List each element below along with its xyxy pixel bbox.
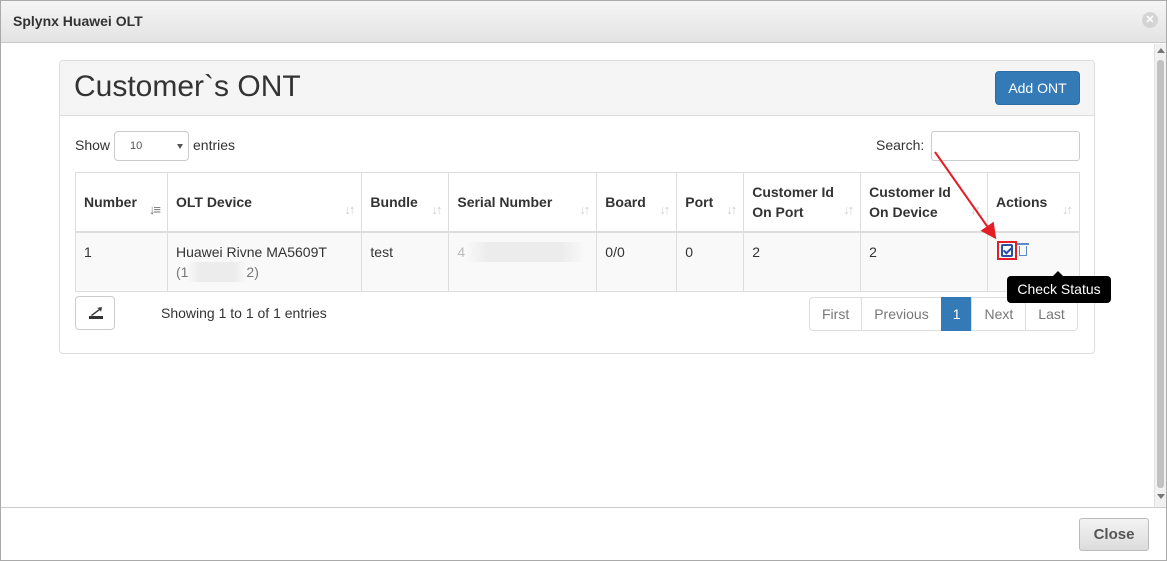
sort-icon: ↓↑ <box>659 201 670 217</box>
search-input[interactable] <box>931 131 1080 161</box>
table-header-row: Number ↓≡ OLT Device ↓↑ Bundle ↓↑ Serial Nu… <box>75 172 1081 233</box>
vertical-scrollbar[interactable] <box>1154 44 1166 507</box>
search-label: Search: <box>876 137 925 153</box>
col-actions-label: Actions <box>995 193 1048 210</box>
cell-bundle: test <box>361 231 450 292</box>
table-row: 1 Huawei Rivne MA5609T (1 2) test 4 0/0 … <box>75 231 1081 292</box>
entries-label: entries <box>193 137 236 153</box>
scroll-up-icon[interactable] <box>1157 48 1165 53</box>
col-customer-id-on-device[interactable]: Customer Id On Device ↓↑ <box>860 172 988 233</box>
entries-length-select[interactable]: 10 <box>114 131 189 161</box>
cell-customer-id-on-port: 2 <box>743 231 862 292</box>
dialog-close-icon[interactable]: ✕ <box>1142 12 1158 28</box>
cell-number: 1 <box>75 231 168 292</box>
page-first[interactable]: First <box>809 297 863 331</box>
sort-asc-icon: ↓≡ <box>148 201 161 217</box>
col-number[interactable]: Number ↓≡ <box>75 172 168 233</box>
close-button[interactable]: Close <box>1079 518 1149 551</box>
chevron-down-icon <box>177 144 183 149</box>
trash-lid <box>1017 243 1029 245</box>
scroll-down-icon[interactable] <box>1157 494 1165 499</box>
sort-icon: ↓↑ <box>344 201 355 217</box>
page-current[interactable]: 1 <box>940 297 973 331</box>
sort-icon: ↓↑ <box>1062 201 1073 217</box>
ont-panel: Customer`s ONT Add ONT Show 10 entries S… <box>59 60 1111 354</box>
page-previous[interactable]: Previous <box>861 297 942 331</box>
entries-length-value: 10 <box>130 140 143 152</box>
col-serial-number[interactable]: Serial Number ↓↑ <box>448 172 598 233</box>
cell-port: 0 <box>676 231 745 292</box>
show-label: Show <box>75 137 111 153</box>
col-bundle[interactable]: Bundle ↓↑ <box>361 172 450 233</box>
col-board[interactable]: Board ↓↑ <box>596 172 678 233</box>
panel-title: Customer`s ONT <box>74 70 301 103</box>
table-info: Showing 1 to 1 of 1 entries <box>161 305 327 321</box>
ont-table: Number ↓≡ OLT Device ↓↑ Bundle ↓↑ Serial Nu… <box>75 172 1081 292</box>
col-actions[interactable]: Actions ↓↑ <box>986 172 1081 233</box>
export-icon <box>89 307 103 319</box>
sort-icon: ↓↑ <box>726 201 737 217</box>
col-number-label: Number <box>84 193 137 210</box>
sort-icon: ↓↑ <box>431 201 442 217</box>
olt-device-name: Huawei Rivne MA5609T <box>175 243 327 260</box>
export-button[interactable] <box>75 296 115 330</box>
trash-body <box>1019 246 1027 256</box>
check-status-tooltip: Check Status <box>1007 271 1111 303</box>
redacted-ip <box>188 261 247 282</box>
cell-customer-id-on-device: 2 <box>860 231 988 292</box>
sort-icon: ↓↑ <box>969 201 981 217</box>
trash-icon[interactable] <box>1017 242 1029 257</box>
cell-serial-number: 4 <box>448 231 598 292</box>
add-ont-button[interactable]: Add ONT <box>995 71 1080 105</box>
col-customer-id-on-device-label: Customer Id On Device <box>869 183 951 220</box>
col-olt-device[interactable]: OLT Device ↓↑ <box>166 172 363 233</box>
olt-dialog: Splynx Huawei OLT ✕ Customer`s ONT Add O… <box>0 0 1167 561</box>
cell-board: 0/0 <box>596 231 678 292</box>
serial-start: 4 <box>457 243 466 260</box>
sort-icon: ↓↑ <box>579 201 590 217</box>
cell-olt-device: Huawei Rivne MA5609T (1 2) <box>166 231 363 292</box>
scroll-thumb[interactable] <box>1157 60 1164 488</box>
checkbox-icon <box>1001 244 1013 257</box>
dialog-footer: Close <box>1 507 1166 560</box>
dialog-title: Splynx Huawei OLT <box>13 13 143 29</box>
col-port[interactable]: Port ↓↑ <box>676 172 745 233</box>
olt-ip-start: (1 <box>175 263 189 280</box>
dialog-titlebar: Splynx Huawei OLT ✕ <box>1 1 1166 43</box>
col-board-label: Board <box>605 193 646 210</box>
panel-header: Customer`s ONT Add ONT <box>60 61 1094 116</box>
dialog-content: Customer`s ONT Add ONT Show 10 entries S… <box>1 44 1154 507</box>
col-port-label: Port <box>685 193 714 210</box>
olt-ip-end: 2) <box>246 263 259 280</box>
col-customer-id-on-port[interactable]: Customer Id On Port ↓↑ <box>743 172 862 233</box>
col-bundle-label: Bundle <box>370 193 418 210</box>
col-olt-device-label: OLT Device <box>175 193 252 210</box>
sort-icon: ↓↑ <box>843 201 854 217</box>
redacted-serial <box>465 241 586 262</box>
check-status-icon[interactable] <box>997 241 1017 260</box>
col-serial-number-label: Serial Number <box>457 193 553 210</box>
col-customer-id-on-port-label: Customer Id On Port <box>752 183 834 220</box>
